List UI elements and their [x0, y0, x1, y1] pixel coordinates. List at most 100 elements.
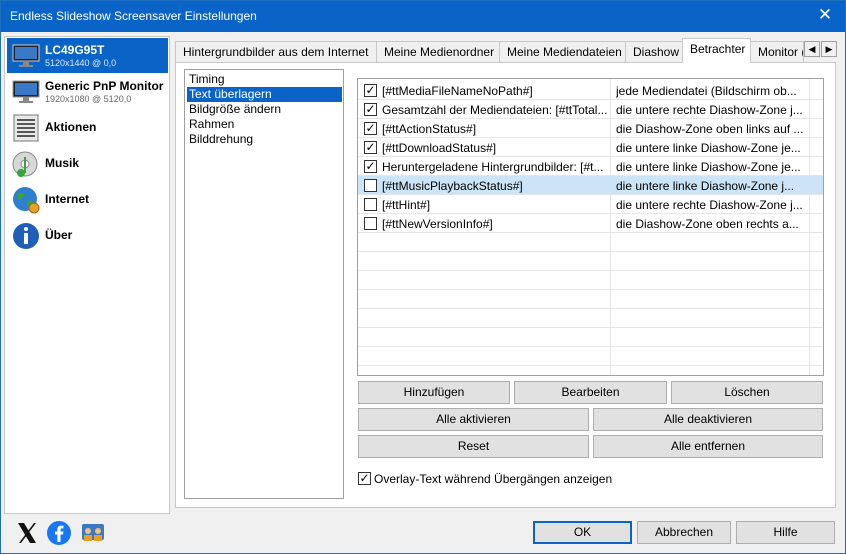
overlay-zone-cell: die untere linke Diashow-Zone je...	[616, 141, 801, 155]
checkmark-icon: ✓	[365, 83, 376, 97]
sidebar-item-label: Musik	[45, 156, 80, 170]
table-row[interactable]: ✓ Gesamtzahl der Mediendateien: [#ttTotal…	[358, 100, 823, 119]
tab-label: Hintergrundbilder aus dem Internet	[183, 45, 369, 59]
overlay-zone-cell: die untere linke Diashow-Zone je...	[616, 160, 801, 174]
table-row[interactable]: [#ttMusicPlaybackStatus#] die untere link…	[358, 176, 823, 195]
list-item[interactable]: Rahmen	[187, 117, 342, 132]
overlay-text-cell: Heruntergeladene Hintergrundbilder: [#t.…	[382, 160, 604, 174]
ok-button[interactable]: OK	[533, 521, 632, 544]
overlay-text-grid[interactable]: ✓ [#ttMediaFileNameNoPath#] jede Mediendat…	[357, 78, 824, 376]
sidebar-item-label: LC49G95T	[45, 43, 105, 57]
tab-scroll-right-icon[interactable]: ▶	[821, 41, 837, 57]
table-row[interactable]: [#ttHint#] die untere rechte Diashow-Zone…	[358, 195, 823, 214]
category-list[interactable]: Timing Text überlagern Bildgröße ändern …	[184, 69, 344, 499]
list-item[interactable]: Bildgröße ändern	[187, 102, 342, 117]
overlay-zone-cell: jede Mediendatei (Bildschirm ob...	[616, 84, 797, 98]
tab-slideshow[interactable]: Diashow	[625, 41, 683, 63]
facebook-icon[interactable]	[46, 520, 72, 546]
empty-row	[358, 328, 823, 347]
overlay-zone-cell: die untere rechte Diashow-Zone j...	[616, 198, 803, 212]
actions-list-icon	[13, 114, 39, 142]
sidebar-item-about[interactable]: Über	[7, 218, 168, 253]
empty-row	[358, 309, 823, 328]
list-item[interactable]: Timing	[187, 72, 342, 87]
overlay-zone-cell: die Diashow-Zone oben links auf ...	[616, 122, 804, 136]
reset-button[interactable]: Reset	[358, 435, 589, 458]
window-title: Endless Slideshow Screensaver Einstellun…	[10, 9, 257, 23]
sidebar-item-music[interactable]: Musik	[7, 146, 168, 181]
sidebar-item-resolution: 1920x1080 @ 5120,0	[45, 94, 132, 104]
sidebar-item-label: Internet	[45, 192, 90, 206]
empty-row	[358, 233, 823, 252]
checkmark-icon: ✓	[365, 102, 376, 116]
remove-all-button[interactable]: Alle entfernen	[593, 435, 823, 458]
tab-media-files[interactable]: Meine Mediendateien	[499, 41, 626, 63]
tab-monitor[interactable]: Monitor (	[750, 41, 804, 63]
edit-button[interactable]: Bearbeiten	[514, 381, 667, 404]
row-checkbox[interactable]: ✓	[364, 140, 377, 154]
row-checkbox[interactable]	[364, 179, 377, 192]
sidebar-item-monitor-2[interactable]: Generic PnP Monitor 1920x1080 @ 5120,0	[7, 74, 168, 109]
row-checkbox[interactable]	[364, 217, 377, 230]
delete-button[interactable]: Löschen	[671, 381, 823, 404]
empty-row	[358, 347, 823, 366]
tab-label: Monitor (	[758, 45, 804, 59]
table-row[interactable]: [#ttNewVersionInfo#] die Diashow-Zone obe…	[358, 214, 823, 233]
row-checkbox[interactable]: ✓	[364, 102, 377, 116]
tab-media-folders[interactable]: Meine Medienordner	[376, 41, 500, 63]
tab-internet-wallpapers[interactable]: Hintergrundbilder aus dem Internet	[175, 41, 377, 63]
tab-viewer[interactable]: Betrachter	[682, 38, 751, 63]
overlay-text-cell: [#ttMusicPlaybackStatus#]	[382, 179, 523, 193]
list-item[interactable]: Text überlagern	[187, 87, 342, 102]
checkmark-icon: ✓	[359, 471, 370, 485]
sidebar: LC49G95T 5120x1440 @ 0,0 Generic PnP Mon…	[4, 36, 170, 514]
checkmark-icon: ✓	[365, 140, 376, 154]
tab-label: Meine Mediendateien	[507, 45, 622, 59]
monitor-icon	[12, 80, 40, 103]
table-row[interactable]: ✓ [#ttMediaFileNameNoPath#] jede Mediendat…	[358, 81, 823, 100]
overlay-during-transitions-label[interactable]: Overlay-Text während Übergängen anzeigen	[374, 472, 612, 486]
overlay-text-cell: [#ttHint#]	[382, 198, 431, 212]
title-bar: Endless Slideshow Screensaver Einstellun…	[1, 1, 845, 32]
sidebar-item-monitor-1[interactable]: LC49G95T 5120x1440 @ 0,0	[7, 38, 168, 73]
row-checkbox[interactable]: ✓	[364, 159, 377, 173]
empty-row	[358, 271, 823, 290]
table-row[interactable]: ✓ [#ttActionStatus#] die Diashow-Zone oben…	[358, 119, 823, 138]
overlay-text-cell: [#ttDownloadStatus#]	[382, 141, 497, 155]
overlay-during-transitions-checkbox[interactable]: ✓	[358, 471, 371, 485]
sidebar-item-label: Generic PnP Monitor	[45, 79, 164, 93]
table-row[interactable]: ✓ Heruntergeladene Hintergrundbilder: [#t…	[358, 157, 823, 176]
overlay-text-cell: Gesamtzahl der Mediendateien: [#ttTotal.…	[382, 103, 608, 117]
globe-icon	[13, 187, 40, 214]
tab-label: Betrachter	[690, 42, 746, 56]
disable-all-button[interactable]: Alle deaktivieren	[593, 408, 823, 431]
tab-scroll-left-icon[interactable]: ◀	[804, 41, 820, 57]
settings-window: Endless Slideshow Screensaver Einstellun…	[0, 0, 846, 554]
close-icon[interactable]: ✕	[815, 5, 835, 25]
info-icon	[13, 223, 39, 249]
x-icon[interactable]	[14, 520, 40, 546]
enable-all-button[interactable]: Alle aktivieren	[358, 408, 589, 431]
music-icon	[12, 151, 38, 177]
tab-label: Meine Medienordner	[384, 45, 495, 59]
community-icon[interactable]	[80, 520, 106, 546]
checkmark-icon: ✓	[365, 121, 376, 135]
overlay-text-cell: [#ttActionStatus#]	[382, 122, 477, 136]
sidebar-item-resolution: 5120x1440 @ 0,0	[45, 58, 117, 68]
tab-label: Diashow	[633, 45, 680, 59]
table-row[interactable]: ✓ [#ttDownloadStatus#] die untere linke Di…	[358, 138, 823, 157]
row-checkbox[interactable]	[364, 198, 377, 211]
sidebar-item-internet[interactable]: Internet	[7, 182, 168, 217]
sidebar-item-label: Aktionen	[45, 120, 97, 134]
row-checkbox[interactable]: ✓	[364, 121, 377, 135]
overlay-zone-cell: die Diashow-Zone oben rechts a...	[616, 217, 799, 231]
checkmark-icon: ✓	[365, 159, 376, 173]
sidebar-item-actions[interactable]: Aktionen	[7, 110, 168, 145]
empty-row	[358, 290, 823, 309]
add-button[interactable]: Hinzufügen	[358, 381, 510, 404]
overlay-text-cell: [#ttMediaFileNameNoPath#]	[382, 84, 533, 98]
row-checkbox[interactable]: ✓	[364, 83, 377, 97]
list-item[interactable]: Bilddrehung	[187, 132, 342, 147]
cancel-button[interactable]: Abbrechen	[637, 521, 731, 544]
help-button[interactable]: Hilfe	[736, 521, 835, 544]
